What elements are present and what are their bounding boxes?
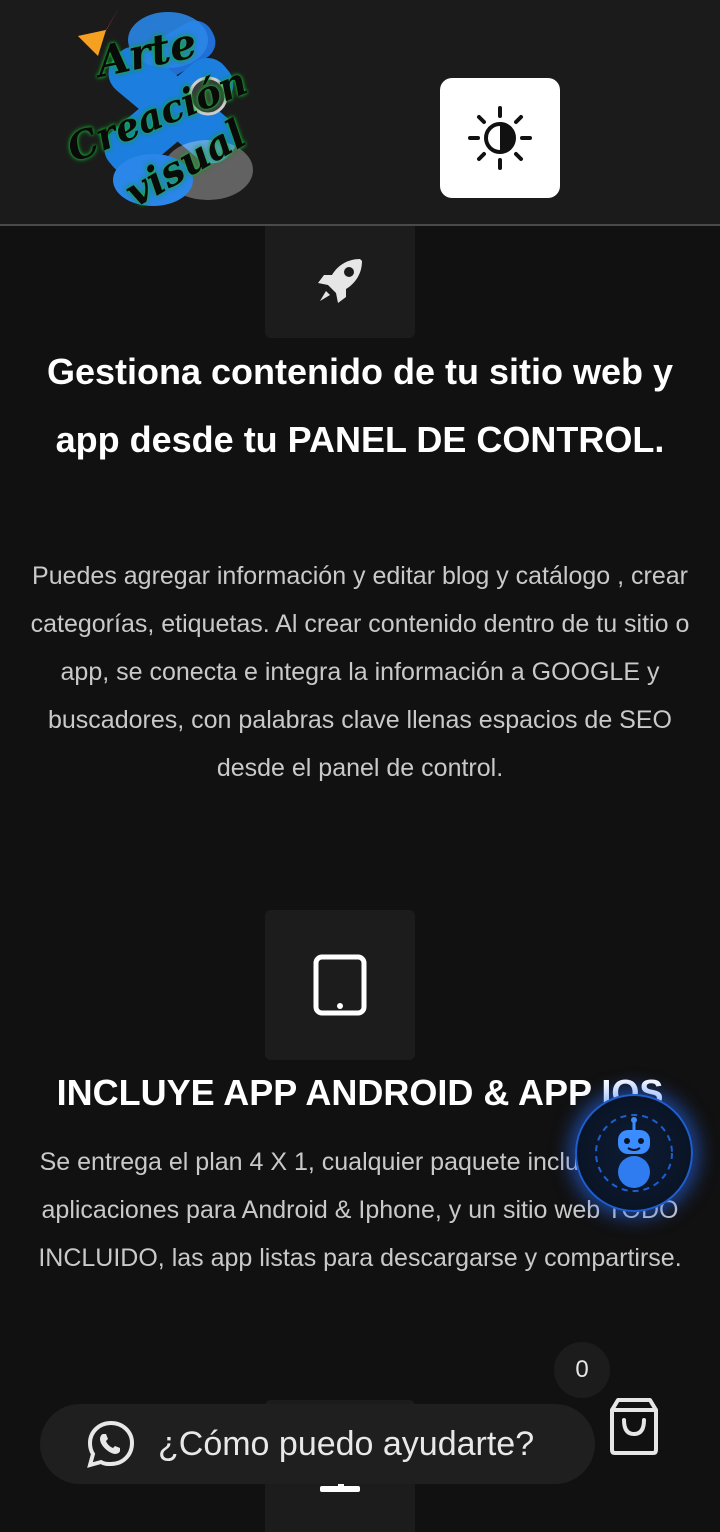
site-header: Arte Creación visual [0, 0, 720, 226]
whatsapp-chat-button[interactable]: ¿Cómo puedo ayudarte? [40, 1404, 595, 1484]
feature-desc-panel: Puedes agregar información y editar blog… [30, 562, 690, 782]
site-logo[interactable]: Arte Creación visual [58, 0, 273, 224]
shopping-bag-icon [610, 1398, 658, 1455]
rocket-icon [318, 259, 362, 303]
feature-title-panel: Gestiona contenido de tu sitio web y app… [46, 351, 674, 460]
theme-toggle-button[interactable] [440, 78, 560, 198]
assistant-bot-button[interactable] [575, 1094, 693, 1212]
whatsapp-icon [87, 1420, 135, 1468]
contrast-sun-icon [468, 106, 532, 170]
feature-icon-box-apps [265, 910, 415, 1060]
cart-button[interactable] [600, 1390, 668, 1462]
tablet-icon [313, 954, 367, 1016]
robot-assistant-icon [595, 1114, 673, 1192]
chat-label: ¿Cómo puedo ayudarte? [158, 1424, 535, 1463]
